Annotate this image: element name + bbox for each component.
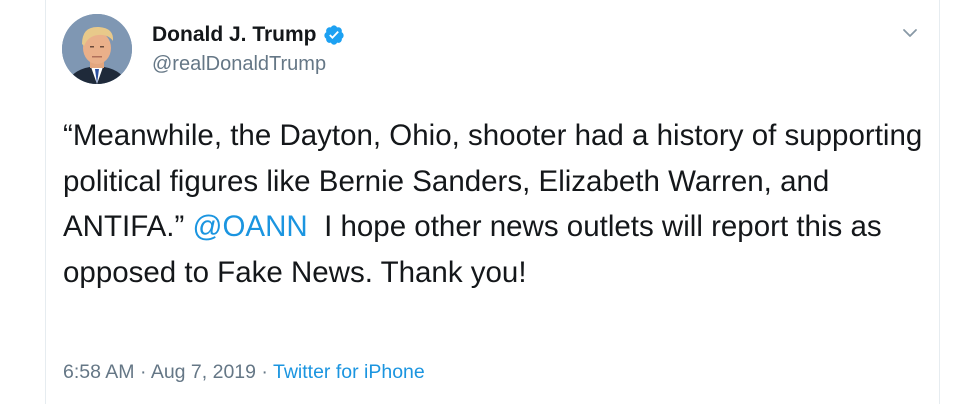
avatar-image <box>62 14 132 84</box>
author-display-name[interactable]: Donald J. Trump <box>152 22 317 48</box>
tweet-source-link[interactable]: Twitter for iPhone <box>273 361 425 383</box>
verified-badge-icon <box>323 24 345 46</box>
tweet-text: “Meanwhile, the Dayton, Ohio, shooter ha… <box>63 113 933 295</box>
author-handle[interactable]: @realDonaldTrump <box>152 52 326 76</box>
tweet-time[interactable]: 6:58 AM <box>63 361 135 383</box>
tweet-date[interactable]: Aug 7, 2019 <box>151 361 256 383</box>
avatar[interactable] <box>62 14 132 84</box>
author-name-row[interactable]: Donald J. Trump <box>152 22 345 48</box>
tweet-card: Donald J. Trump @realDonaldTrump “Meanwh… <box>45 0 940 404</box>
meta-separator: · <box>261 361 268 383</box>
meta-separator: · <box>139 361 147 383</box>
tweet-text-part2: I hope other news outlets will report th… <box>63 210 882 289</box>
chevron-down-icon[interactable] <box>899 22 921 44</box>
mention-link[interactable]: @OANN <box>193 210 308 243</box>
tweet-metadata: 6:58 AM · Aug 7, 2019 · Twitter for iPho… <box>63 359 425 385</box>
